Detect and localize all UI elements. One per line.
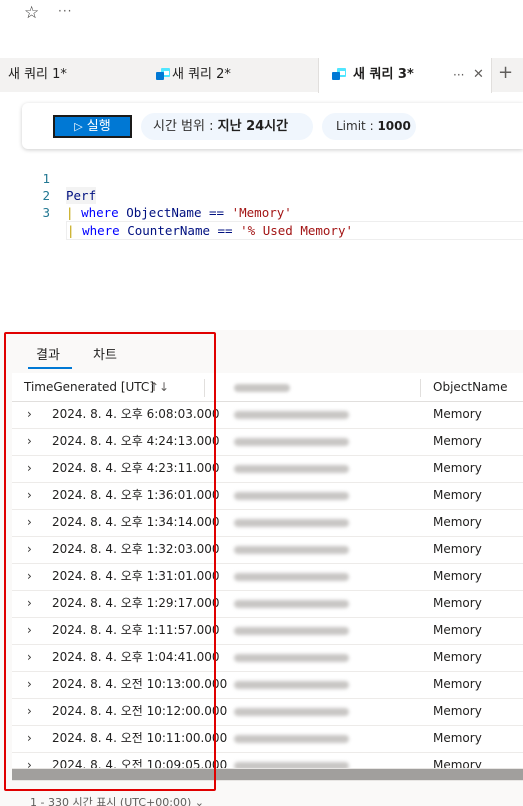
cell-objectname: Memory (433, 650, 482, 664)
redacted-cell (234, 654, 349, 662)
redacted-cell (234, 546, 349, 554)
time-range-label: 시간 범위 : (153, 119, 214, 134)
cell-objectname: Memory (433, 461, 482, 475)
limit-value: 1000 (377, 119, 411, 133)
tab-label: 새 쿼리 3* (353, 67, 414, 82)
cell-objectname: Memory (433, 596, 482, 610)
redacted-cell (234, 465, 349, 473)
cell-objectname: Memory (433, 515, 482, 529)
tab-query-2[interactable]: 새 쿼리 2* (148, 58, 231, 92)
more-icon[interactable]: ··· (58, 4, 72, 18)
run-label: 실행 (86, 119, 111, 134)
run-button[interactable]: ▷ 실행 (53, 115, 132, 138)
redacted-cell (234, 438, 349, 446)
column-header-objectname[interactable]: ObjectName (433, 373, 507, 402)
redacted-cell (234, 681, 349, 689)
redacted-cell (234, 708, 349, 716)
redacted-column-header (234, 384, 290, 392)
tab-query-1[interactable]: 새 쿼리 1* (8, 58, 67, 92)
time-range-value: 지난 24시간 (217, 119, 289, 134)
cell-objectname: Memory (433, 407, 482, 421)
log-query-icon (156, 68, 172, 82)
cell-objectname: Memory (433, 758, 482, 768)
tab-more-icon[interactable]: ··· (453, 58, 464, 92)
code-text: | where ObjectName == 'Memory' (66, 205, 292, 220)
cell-objectname: Memory (433, 488, 482, 502)
query-toolbar: ▷ 실행 시간 범위 : 지난 24시간 Limit : 1000 (22, 103, 523, 149)
cell-objectname: Memory (433, 704, 482, 718)
query-editor[interactable]: 1 Perf 2 | where ObjectName == 'Memory' … (30, 153, 523, 240)
redacted-cell (234, 411, 349, 419)
cell-objectname: Memory (433, 731, 482, 745)
code-text: | where CounterName == '% Used Memory' (66, 221, 523, 240)
redacted-cell (234, 492, 349, 500)
redacted-cell (234, 600, 349, 608)
tab-label: 새 쿼리 2* (172, 67, 231, 82)
cell-objectname: Memory (433, 569, 482, 583)
cell-objectname: Memory (433, 434, 482, 448)
redacted-cell (234, 519, 349, 527)
tab-label: 새 쿼리 1* (8, 67, 67, 82)
code-line: 3 | where CounterName == '% Used Memory' (30, 187, 523, 240)
cell-objectname: Memory (433, 677, 482, 691)
add-tab-button[interactable]: + (498, 62, 513, 83)
column-divider[interactable] (420, 379, 421, 397)
highlight-annotation-box (4, 332, 216, 791)
redacted-cell (234, 735, 349, 743)
star-icon[interactable]: ☆ (24, 3, 39, 23)
limit-label: Limit : (336, 119, 374, 133)
time-range-button[interactable]: 시간 범위 : 지난 24시간 (141, 113, 313, 140)
tab-query-3[interactable]: 새 쿼리 3* ··· ✕ (318, 58, 492, 93)
cell-objectname: Memory (433, 542, 482, 556)
code-line: 1 Perf (30, 153, 97, 204)
log-query-icon (332, 68, 348, 82)
cell-objectname: Memory (433, 623, 482, 637)
close-icon[interactable]: ✕ (473, 58, 484, 92)
limit-button[interactable]: Limit : 1000 (322, 113, 416, 140)
play-icon: ▷ (74, 120, 83, 133)
line-number: 3 (42, 205, 50, 220)
code-line: 2 | where ObjectName == 'Memory' (30, 170, 291, 220)
results-footer: 1 - 330 시간 표시 (UTC+00:00) ⌄ (30, 796, 204, 806)
query-tab-bar: 새 쿼리 1* 새 쿼리 2* 새 쿼리 3* ··· ✕ (0, 58, 523, 93)
redacted-cell (234, 627, 349, 635)
redacted-cell (234, 573, 349, 581)
